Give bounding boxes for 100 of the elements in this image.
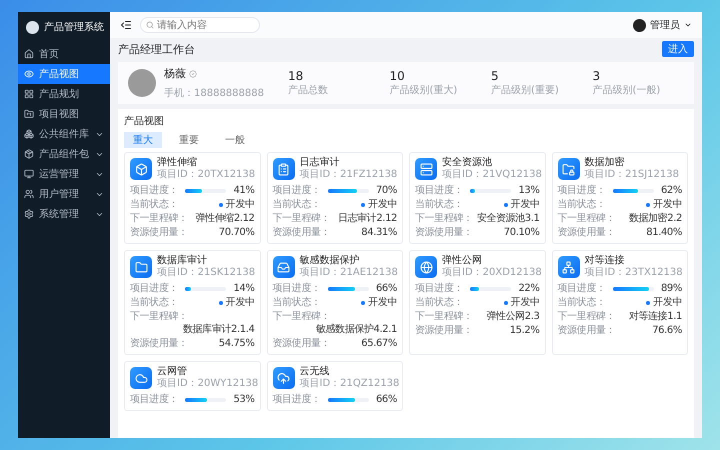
search-field[interactable]: 请输入内容 [140,17,260,33]
menu-item-icon [24,169,34,179]
field-label: 下一里程碑： [415,310,473,323]
phone-text: 手机：18888888888 [164,88,264,99]
project-id: 项目ID：21SJ12138 [584,169,679,181]
product-icon [415,158,437,180]
status-text: 开发中 [218,296,254,309]
progress-value: 66% [376,393,397,406]
status-text: 开发中 [218,198,254,211]
user-name[interactable]: 管理员 [650,18,680,32]
field-label: 当前状态： [415,198,464,211]
field-value: 76.6% [652,324,682,337]
project-id: 项目ID：20WY12138 [157,378,258,390]
field-label: 下一里程碑： [272,310,330,323]
menu-item-icon [24,209,34,219]
product-name: 数据加密 [584,157,626,169]
sidebar-item[interactable]: 用户管理 [18,184,110,204]
field-label: 下一里程碑： [558,212,616,225]
progress-value: 22% [518,282,540,295]
field-label: 下一里程碑： [272,212,330,225]
tab[interactable]: 重要 [170,132,208,148]
field-label: 资源使用量： [415,226,473,239]
product-name: 弹性公网 [442,255,483,267]
field-label: 项目进度： [272,393,321,406]
field-label: 项目进度： [272,282,321,295]
product-name: 弹性伸缩 [157,157,198,169]
sidebar-item[interactable]: 产品组件包 [18,144,110,164]
stat-value: 10 [390,69,406,83]
sidebar-item[interactable]: 项目视图 [18,104,110,124]
sidebar-item[interactable]: 首页 [18,44,110,64]
chevron-icon [684,21,692,29]
project-id: 项目ID：20TX12138 [157,169,256,181]
field-label: 当前状态： [130,198,178,211]
project-id: 项目ID：21QZ12138 [300,378,400,390]
product-icon [558,256,580,278]
product-name: 对等连接 [584,255,626,267]
field-label: 当前状态： [130,296,178,309]
progress-value: 62% [660,184,682,197]
menu-item-icon [24,129,34,139]
tab[interactable]: 一般 [216,132,254,148]
project-id: 项目ID：21VQ12138 [442,169,542,181]
stat-value: 18 [288,69,304,83]
action-button[interactable]: 进入 [662,41,694,57]
project-id: 项目ID：21AE12138 [300,267,398,279]
field-value: 65.67% [361,337,397,350]
project-id: 项目ID：20XD12138 [442,267,542,279]
stat-value: 5 [491,69,500,83]
project-id: 项目ID：23TX12138 [584,267,683,279]
menu-item-icon [24,49,34,59]
stat-label: 产品级别(重大) [390,84,458,97]
field-value: 数据库审计2.1.4 [183,323,254,336]
sidebar-item[interactable]: 运营管理 [18,164,110,184]
progress-value: 66% [376,282,397,295]
project-id: 项目ID：21SK12138 [157,267,256,279]
field-label: 当前状态： [558,198,606,211]
project-id: 项目ID：21FZ12138 [300,169,398,181]
field-label: 项目进度： [130,282,178,295]
user-name: 杨薇 [164,66,186,81]
field-label: 资源使用量： [558,324,616,337]
field-value: 70.10% [504,226,540,239]
stat-label: 产品级别(一般) [592,84,662,97]
field-label: 资源使用量： [130,337,188,350]
product-icon [272,256,294,278]
stat-label: 产品级别(重要) [491,84,560,97]
field-value: 54.75% [218,337,254,350]
field-label: 项目进度： [415,282,464,295]
field-label: 当前状态： [558,296,606,309]
sidebar-item[interactable]: 产品视图 [18,64,110,84]
stat-value: 3 [592,69,602,83]
field-value: 对等连接1.1 [628,310,682,323]
progress-value: 13% [518,184,540,197]
status-text: 开发中 [361,296,397,309]
sidebar-item[interactable]: 公共组件库 [18,124,110,144]
product-icon [415,256,437,278]
field-label: 项目进度： [272,184,321,197]
field-label: 下一里程碑： [130,310,188,323]
search-icon [146,21,154,29]
stat-label: 产品总数 [288,84,329,97]
product-icon [130,256,152,278]
menu-item-icon [24,109,34,119]
status-text: 开发中 [646,296,682,309]
status-text: 开发中 [504,198,540,211]
field-label: 资源使用量： [130,226,188,239]
product-icon [130,367,152,389]
sidebar-item[interactable]: 系统管理 [18,204,110,224]
menu-toggle-icon[interactable] [120,19,132,31]
product-icon [272,158,294,180]
field-value: 81.40% [646,226,682,239]
badge-icon [189,70,197,78]
field-label: 资源使用量： [272,226,330,239]
field-label: 资源使用量： [558,226,616,239]
product-icon [272,367,294,389]
menu-item-icon [24,149,34,159]
field-label: 项目进度： [558,184,606,197]
field-value: 84.31% [361,226,397,239]
progress-value: 14% [233,282,254,295]
field-label: 项目进度： [130,184,178,197]
progress-value: 41% [233,184,254,197]
product-name: 安全资源池 [442,157,493,169]
sidebar-item[interactable]: 产品规划 [18,84,110,104]
